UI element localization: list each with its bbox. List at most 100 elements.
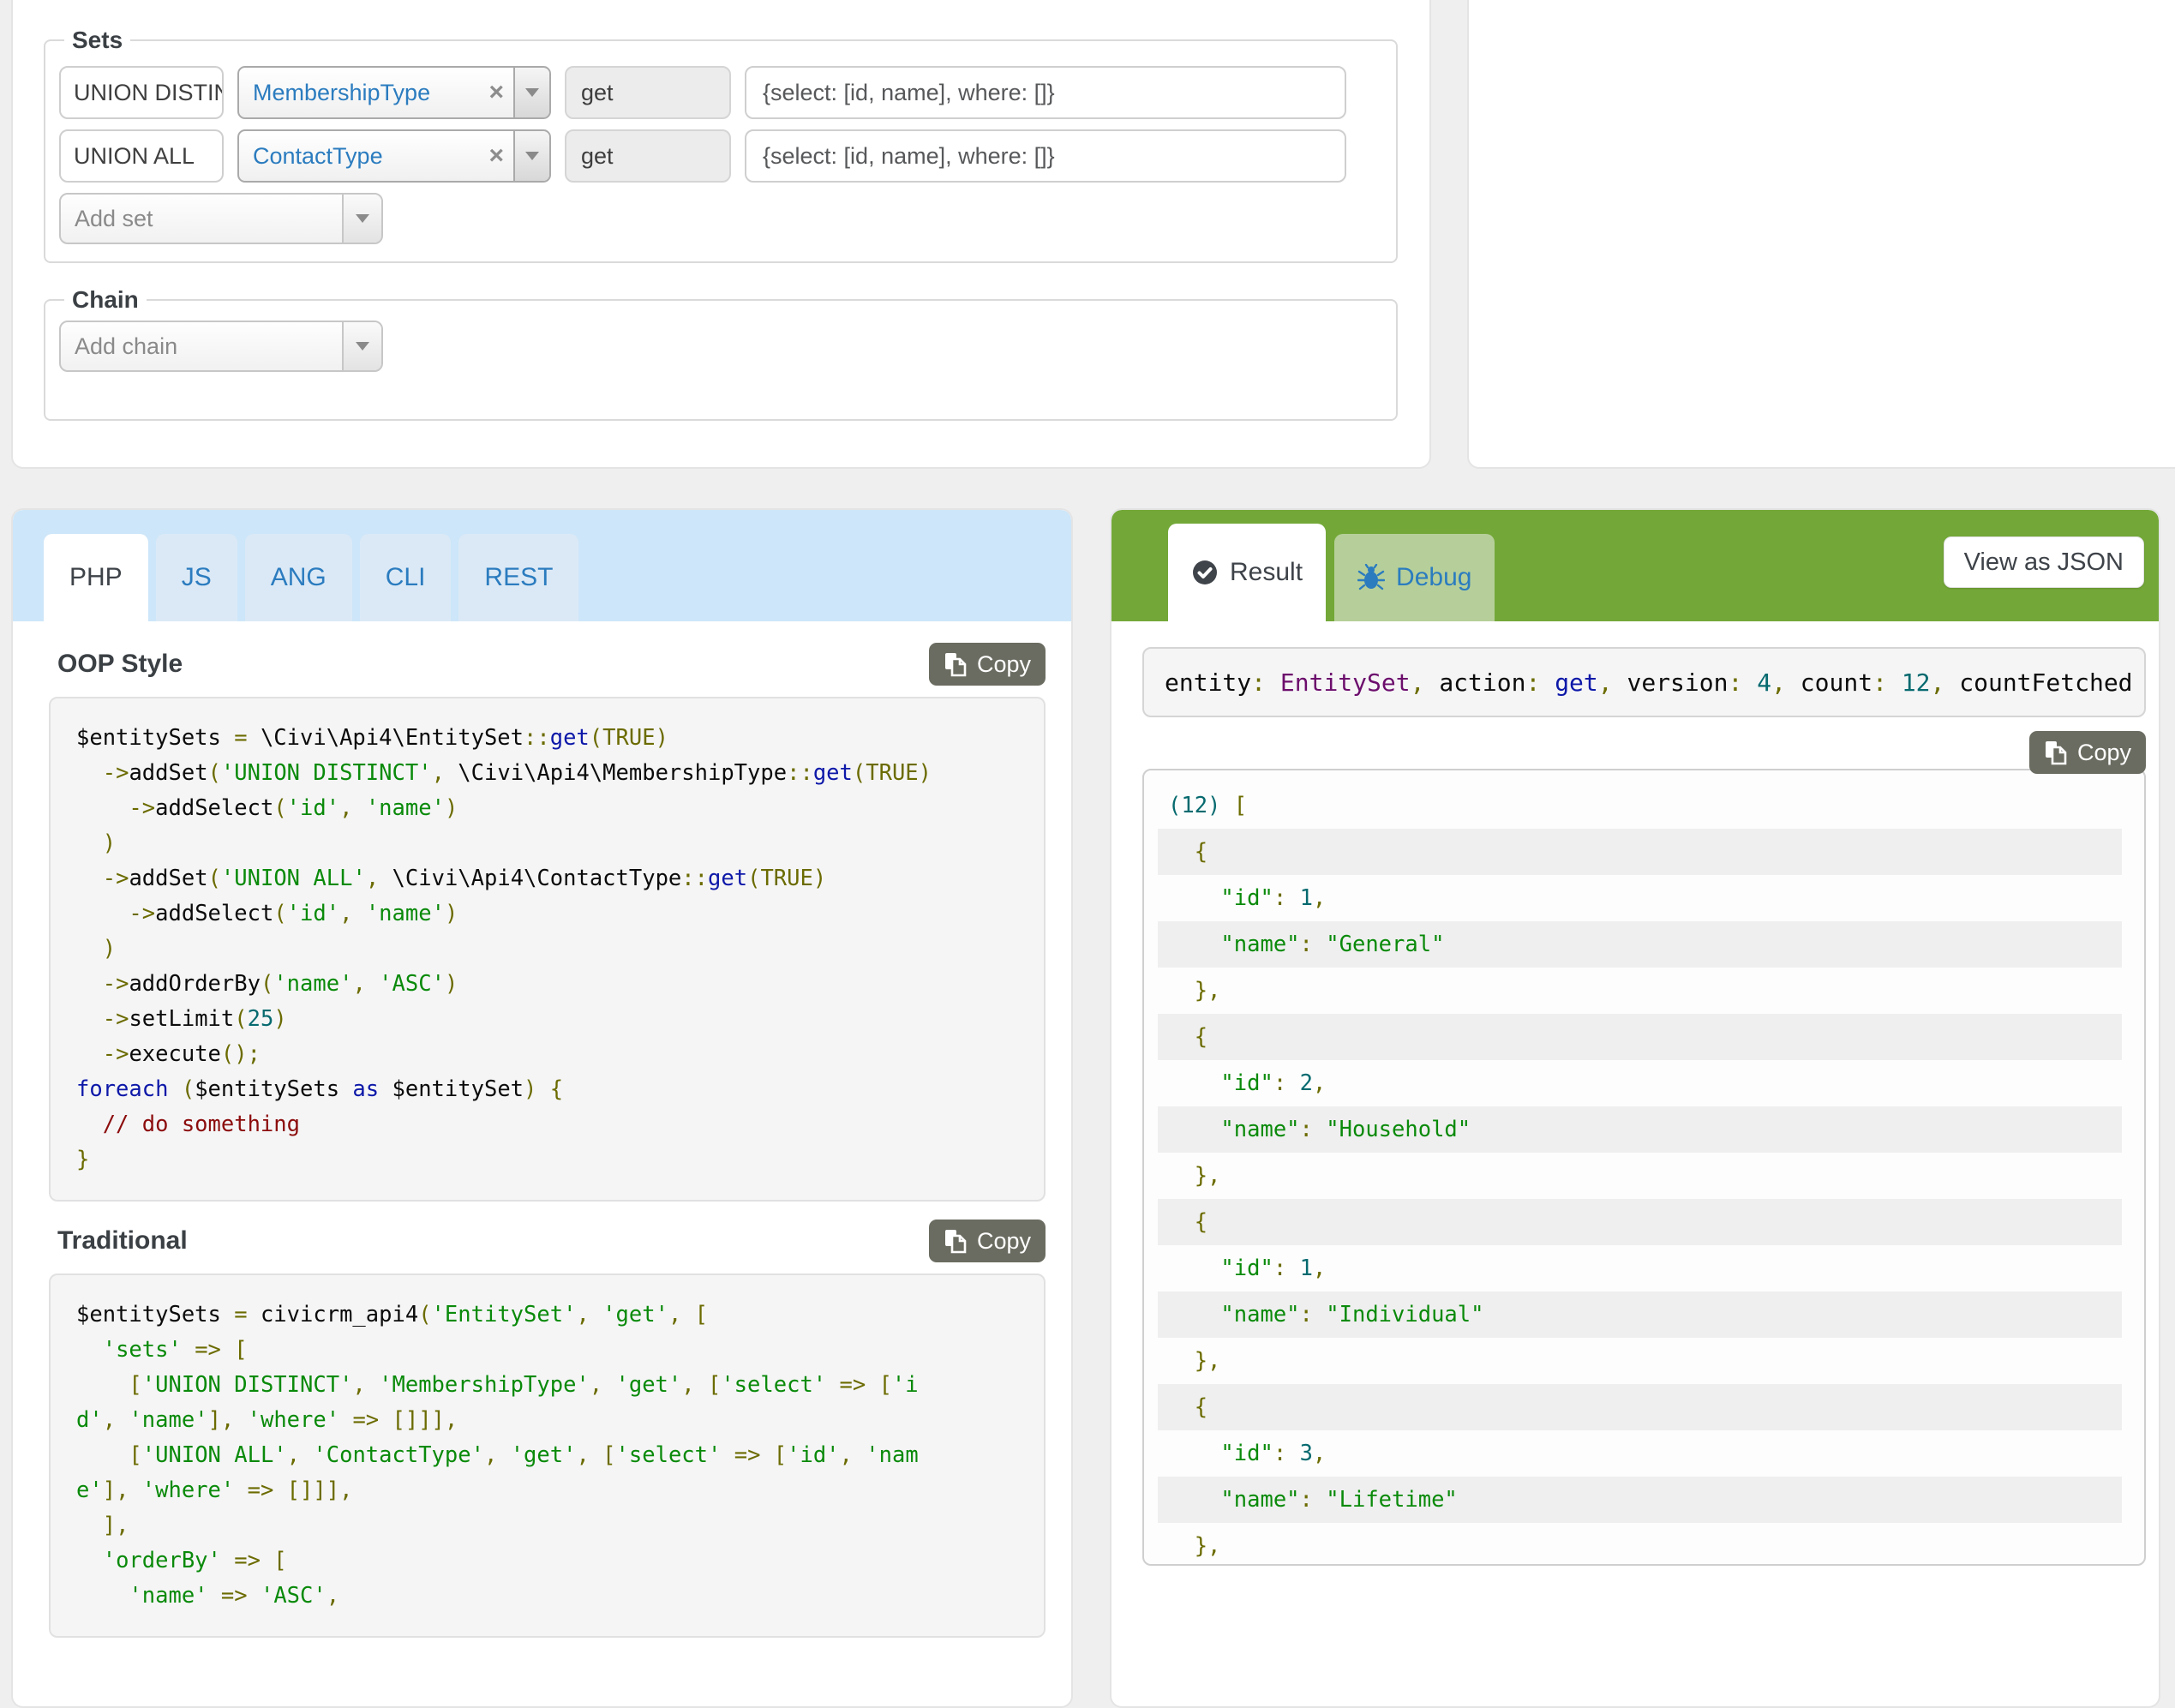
bug-icon bbox=[1357, 564, 1385, 591]
result-panel: Result Debug View as JSON entity: EntitySe… bbox=[1110, 508, 2160, 1708]
tab-label: Result bbox=[1230, 558, 1303, 587]
dropdown-arrow-segment[interactable] bbox=[342, 195, 381, 243]
copy-label: Copy bbox=[977, 1228, 1031, 1255]
code-line: ->setLimit(25) bbox=[76, 1002, 1018, 1037]
json-line: { bbox=[1158, 1199, 2122, 1245]
code-section-title: OOP Style bbox=[57, 650, 183, 679]
set-type-input[interactable]: UNION ALL bbox=[59, 129, 224, 183]
json-line: "name": "Lifetime" bbox=[1158, 1477, 2122, 1523]
result-tab-bar: Result Debug View as JSON bbox=[1111, 510, 2159, 621]
json-line: { bbox=[1158, 1384, 2122, 1430]
dropdown-arrow-segment[interactable] bbox=[513, 131, 549, 181]
code-panel: PHPJSANGCLIREST OOP Style Copy $entitySets… bbox=[11, 508, 1073, 1708]
chain-fieldset: Chain Add chain bbox=[44, 286, 1398, 421]
result-json-output: (12) [ { "id": 1, "name": "General" }, {… bbox=[1142, 769, 2146, 1566]
set-params-input[interactable]: {select: [id, name], where: []} bbox=[745, 129, 1346, 183]
code-line: foreach ($entitySets as $entitySet) { bbox=[76, 1072, 1018, 1107]
chevron-down-icon bbox=[356, 342, 369, 351]
set-entity-value: MembershipType bbox=[239, 80, 479, 106]
json-line: (12) [ bbox=[1158, 782, 2122, 829]
check-circle-icon bbox=[1191, 559, 1219, 586]
set-entity-value: ContactType bbox=[239, 143, 479, 170]
code-section-head: OOP Style Copy bbox=[57, 642, 1046, 686]
code-block-oop: $entitySets = \Civi\Api4\EntitySet::get(… bbox=[49, 697, 1046, 1202]
json-line: "id": 3, bbox=[1158, 1430, 2122, 1477]
json-line: "name": "General" bbox=[1158, 921, 2122, 968]
code-line: } bbox=[76, 1142, 1018, 1178]
tab-label: Debug bbox=[1396, 563, 1471, 592]
copy-icon bbox=[944, 1228, 968, 1254]
chevron-down-icon bbox=[356, 214, 369, 223]
json-line: "id": 2, bbox=[1158, 1060, 2122, 1106]
result-summary: entity: EntitySet, action: get, version:… bbox=[1142, 647, 2146, 717]
chevron-down-icon bbox=[525, 88, 539, 97]
json-line: "name": "Household" bbox=[1158, 1106, 2122, 1153]
add-set-select[interactable]: Add set bbox=[59, 193, 383, 244]
remove-entity-icon[interactable]: × bbox=[479, 80, 513, 105]
code-line: e'], 'where' => []]], bbox=[76, 1473, 1018, 1508]
chain-legend: Chain bbox=[64, 286, 147, 314]
copy-label: Copy bbox=[977, 651, 1031, 678]
code-line: $entitySets = civicrm_api4('EntitySet', … bbox=[76, 1297, 1018, 1333]
code-line: $entitySets = \Civi\Api4\EntitySet::get(… bbox=[76, 721, 1018, 756]
set-type-input[interactable]: UNION DISTINCT bbox=[59, 66, 224, 119]
add-set-placeholder: Add set bbox=[61, 206, 342, 232]
json-line: "id": 1, bbox=[1158, 1245, 2122, 1291]
api4-explorer-page: { "colors": { "green_header": "#73a838",… bbox=[0, 0, 2175, 1551]
set-entity-select[interactable]: MembershipType× bbox=[237, 66, 551, 119]
tab-debug[interactable]: Debug bbox=[1334, 534, 1495, 621]
dropdown-arrow-segment[interactable] bbox=[342, 322, 381, 370]
copy-code-button[interactable]: Copy bbox=[929, 1220, 1046, 1262]
code-line: 'orderBy' => [ bbox=[76, 1543, 1018, 1579]
sets-legend: Sets bbox=[64, 27, 130, 54]
set-entity-select[interactable]: ContactType× bbox=[237, 129, 551, 183]
sets-fieldset: Sets UNION DISTINCTMembershipType×get{se… bbox=[44, 27, 1398, 263]
remove-entity-icon[interactable]: × bbox=[479, 143, 513, 169]
add-chain-placeholder: Add chain bbox=[61, 333, 342, 360]
add-chain-select[interactable]: Add chain bbox=[59, 321, 383, 372]
tab-ang[interactable]: ANG bbox=[245, 534, 352, 621]
copy-icon bbox=[944, 651, 968, 677]
json-line: { bbox=[1158, 1014, 2122, 1060]
aux-panel bbox=[1467, 0, 2175, 469]
code-line: ->addSet('UNION ALL', \Civi\Api4\Contact… bbox=[76, 861, 1018, 896]
result-body: entity: EntitySet, action: get, version:… bbox=[1111, 621, 2159, 1566]
code-line: 'sets' => [ bbox=[76, 1333, 1018, 1368]
tab-cli[interactable]: CLI bbox=[360, 534, 452, 621]
tab-php[interactable]: PHP bbox=[44, 534, 148, 621]
query-builder-panel: Sets UNION DISTINCTMembershipType×get{se… bbox=[11, 0, 1431, 469]
tab-js[interactable]: JS bbox=[156, 534, 237, 621]
result-copy-row: Copy bbox=[1142, 731, 2146, 774]
code-tab-bar: PHPJSANGCLIREST bbox=[13, 510, 1071, 621]
tab-result[interactable]: Result bbox=[1168, 524, 1326, 621]
json-line: { bbox=[1158, 829, 2122, 875]
copy-icon bbox=[2044, 740, 2068, 765]
code-body: OOP Style Copy $entitySets = \Civi\Api4\En… bbox=[13, 621, 1071, 1638]
code-line: ], bbox=[76, 1508, 1018, 1543]
chevron-down-icon bbox=[525, 152, 539, 160]
code-line: ) bbox=[76, 932, 1018, 967]
code-section-title: Traditional bbox=[57, 1226, 188, 1256]
code-line: d', 'name'], 'where' => []]], bbox=[76, 1403, 1018, 1438]
dropdown-arrow-segment[interactable] bbox=[513, 68, 549, 117]
set-row: UNION DISTINCTMembershipType×get{select:… bbox=[59, 66, 1384, 119]
code-block-traditional: $entitySets = civicrm_api4('EntitySet', … bbox=[49, 1274, 1046, 1638]
code-line: ->addOrderBy('name', 'ASC') bbox=[76, 967, 1018, 1002]
code-line: // do something bbox=[76, 1107, 1018, 1142]
set-row: UNION ALLContactType×get{select: [id, na… bbox=[59, 129, 1384, 183]
json-line: }, bbox=[1158, 968, 2122, 1014]
copy-result-button[interactable]: Copy bbox=[2029, 731, 2146, 774]
tab-rest[interactable]: REST bbox=[458, 534, 578, 621]
json-line: }, bbox=[1158, 1153, 2122, 1199]
code-line: ->execute(); bbox=[76, 1037, 1018, 1072]
summary-line: entity: EntitySet, action: get, version:… bbox=[1165, 668, 2133, 697]
code-line: ->addSelect('id', 'name') bbox=[76, 791, 1018, 826]
copy-label: Copy bbox=[2077, 740, 2131, 766]
json-line: }, bbox=[1158, 1523, 2122, 1566]
set-action-input: get bbox=[565, 66, 731, 119]
view-as-json-button[interactable]: View as JSON bbox=[1944, 536, 2144, 588]
set-params-input[interactable]: {select: [id, name], where: []} bbox=[745, 66, 1346, 119]
copy-code-button[interactable]: Copy bbox=[929, 643, 1046, 686]
json-line: "id": 1, bbox=[1158, 875, 2122, 921]
code-line: ->addSet('UNION DISTINCT', \Civi\Api4\Me… bbox=[76, 756, 1018, 791]
